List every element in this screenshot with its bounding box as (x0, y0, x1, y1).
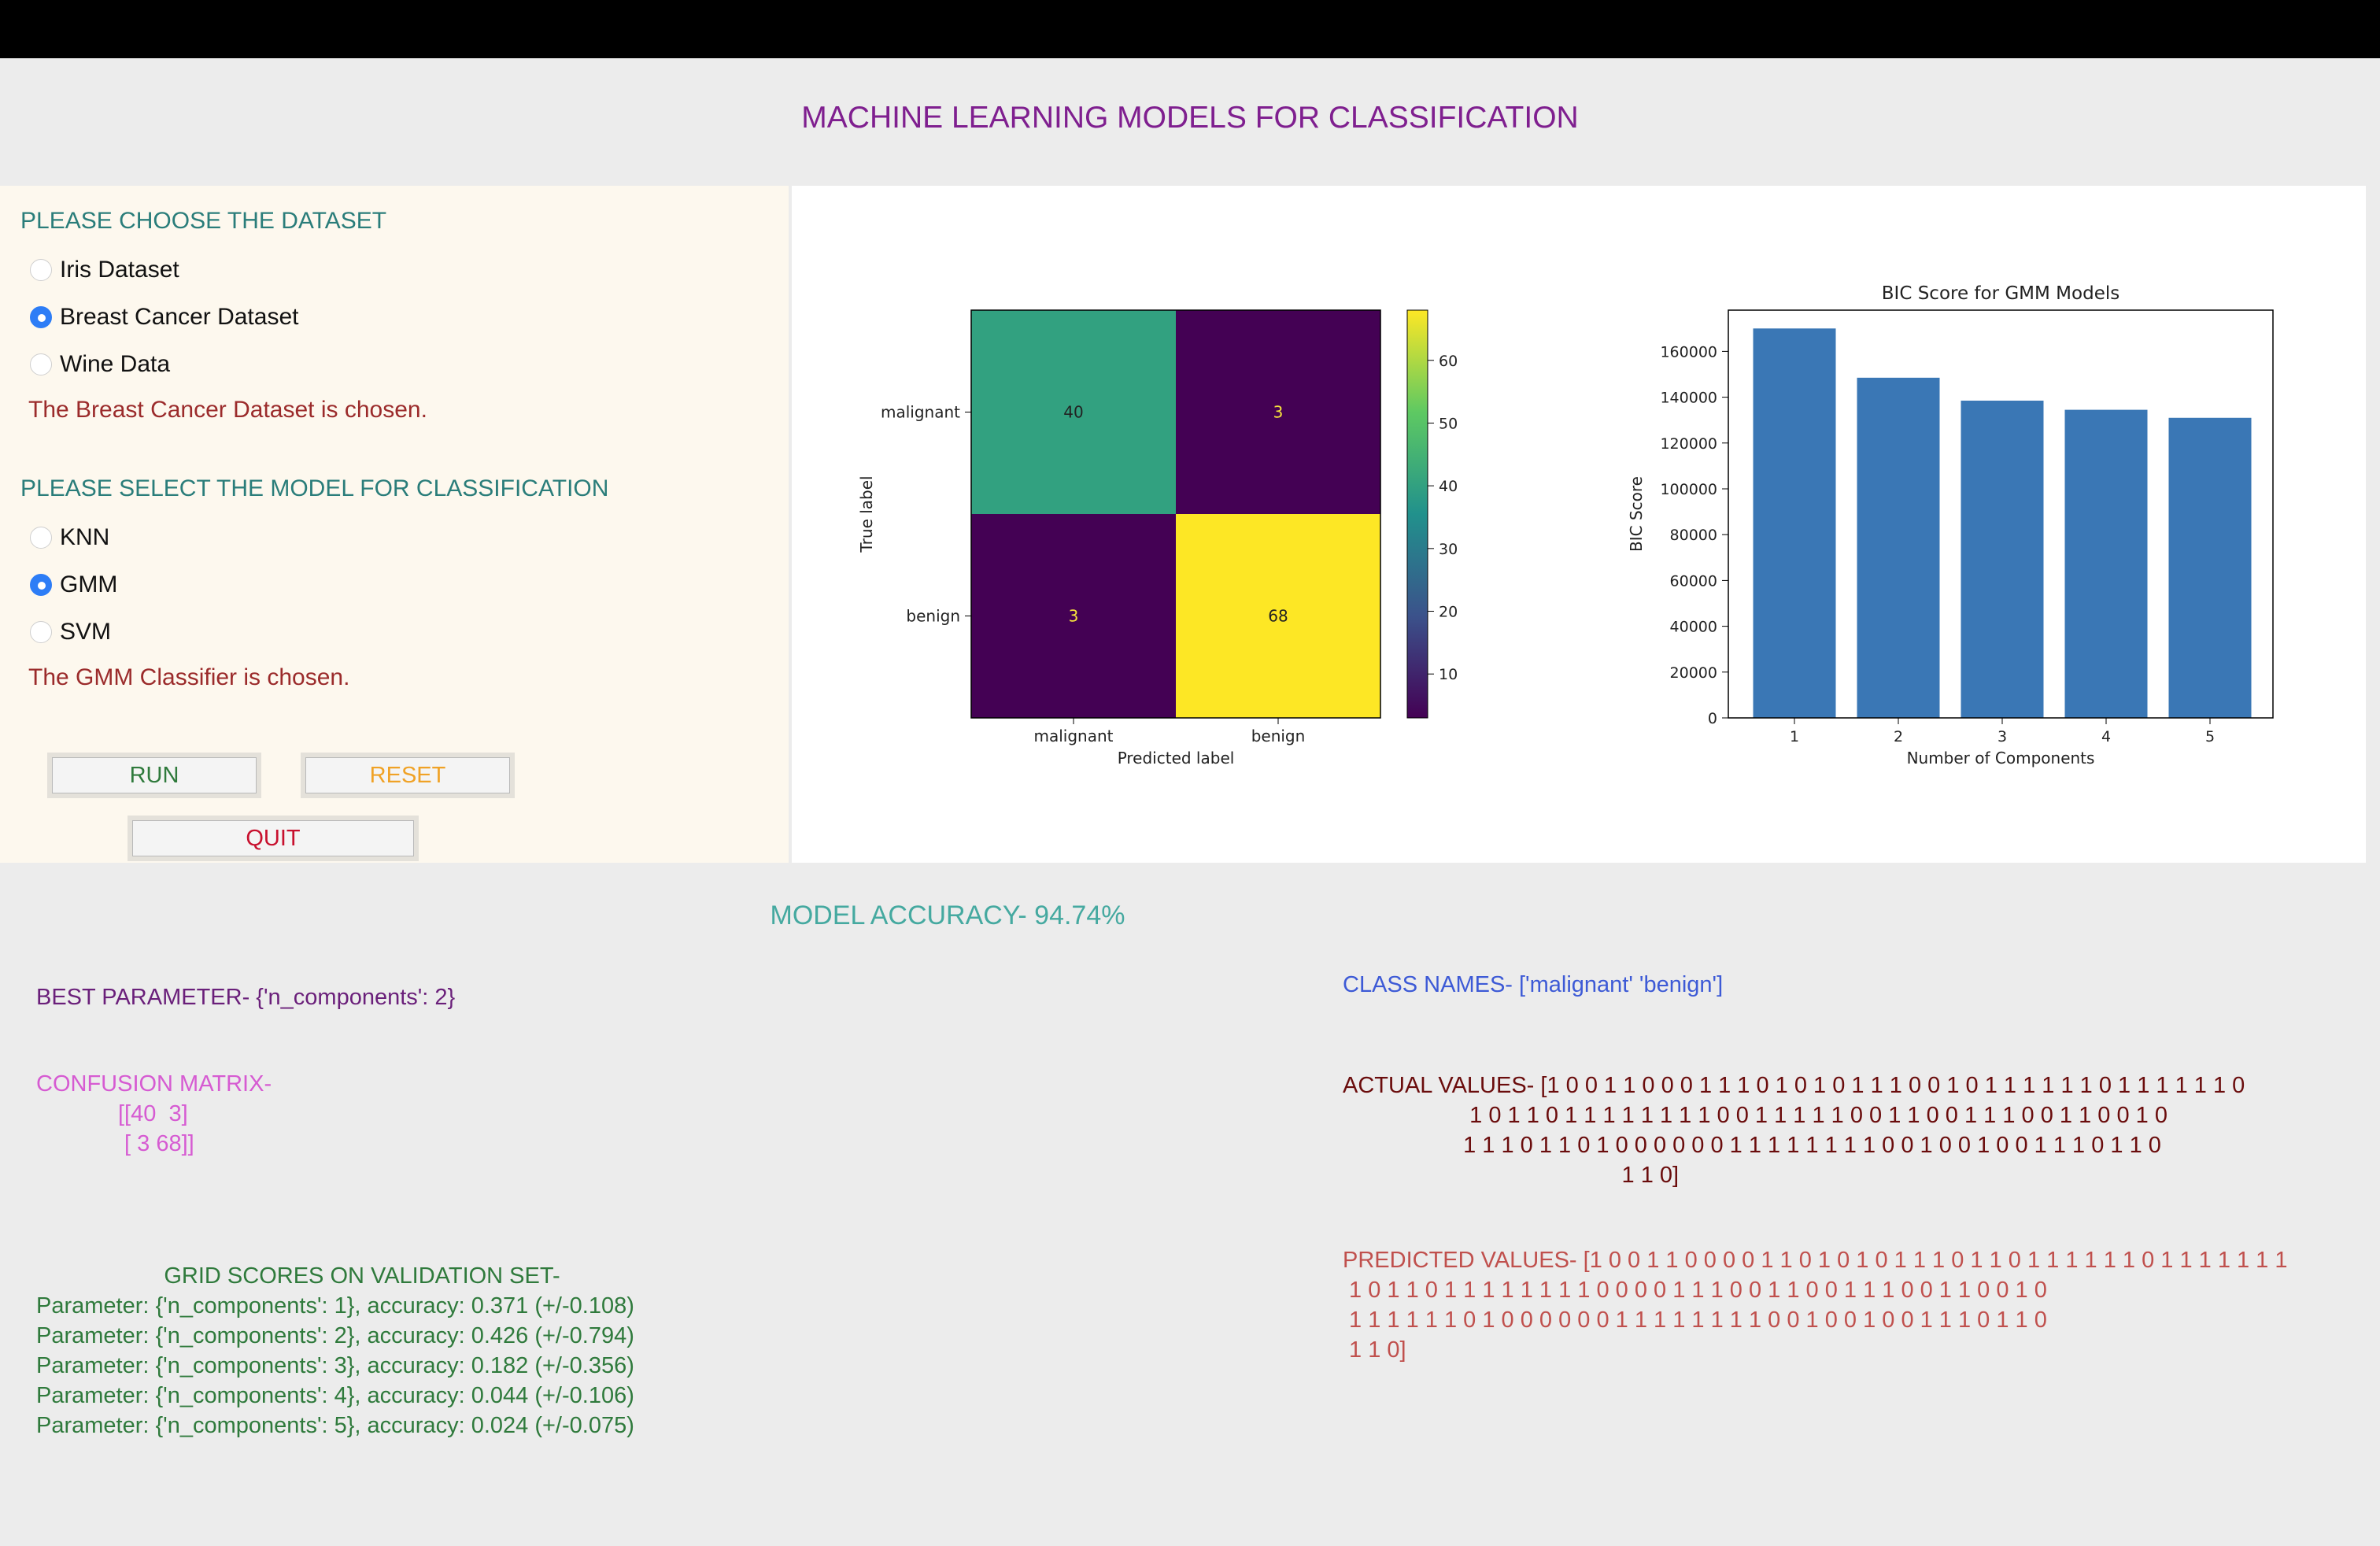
radio-label: Breast Cancer Dataset (60, 304, 299, 330)
radio-label: SVM (60, 619, 112, 645)
radio-label: GMM (60, 571, 118, 597)
grid-scores-title: GRID SCORES ON VALIDATION SET- (164, 1263, 560, 1289)
colorbar (1406, 309, 1428, 719)
x-tick-label: 3 (1998, 728, 2007, 745)
y-tick-label: benign (906, 607, 960, 626)
y-tick-label: 60000 (1670, 572, 1717, 590)
radio-button-icon[interactable] (30, 353, 52, 375)
x-tick-label: 5 (2205, 728, 2215, 745)
y-tick-label: 140000 (1660, 390, 1717, 407)
grid-score-row: Parameter: {'n_components': 5}, accuracy… (36, 1413, 634, 1438)
radio-button-icon[interactable] (30, 621, 52, 643)
y-tick-label: 0 (1708, 710, 1717, 727)
model-status: The GMM Classifier is chosen. (28, 664, 350, 690)
x-tick-label: 2 (1894, 728, 1903, 745)
radio-label: Iris Dataset (60, 257, 179, 283)
bic-bar (1857, 377, 1940, 718)
radio-button-icon[interactable] (30, 306, 52, 328)
radio-knn[interactable]: KNN (30, 524, 109, 551)
radio-button-icon[interactable] (30, 574, 52, 596)
y-tick-label: 160000 (1660, 343, 1717, 361)
run-button-label: RUN (129, 763, 179, 788)
window-top-bar (0, 0, 2380, 58)
y-tick-label: 20000 (1670, 664, 1717, 682)
confusion-cell-value: 3 (1069, 607, 1079, 626)
radio-label: Wine Data (60, 351, 171, 377)
bic-bar (1961, 400, 2044, 718)
grid-score-row: Parameter: {'n_components': 1}, accuracy… (36, 1293, 634, 1319)
model-heading: PLEASE SELECT THE MODEL FOR CLASSIFICATI… (20, 475, 609, 501)
grid-score-row: Parameter: {'n_components': 4}, accuracy… (36, 1383, 634, 1408)
bic-y-axis-label: BIC Score (1627, 476, 1646, 552)
x-tick-label: 1 (1790, 728, 1799, 745)
grid-scores-list: Parameter: {'n_components': 1}, accuracy… (36, 1291, 634, 1441)
colorbar-tick-label: 60 (1439, 353, 1458, 370)
colorbar-tick-label: 20 (1439, 604, 1458, 621)
grid-score-row: Parameter: {'n_components': 2}, accuracy… (36, 1323, 634, 1348)
colorbar-tick-label: 40 (1439, 478, 1458, 495)
confusion-matrix-row: [ 3 68]] (118, 1131, 194, 1156)
radio-button-icon[interactable] (30, 259, 52, 281)
reset-button[interactable]: RESET (301, 753, 515, 798)
model-accuracy: MODEL ACCURACY- 94.74% (770, 901, 1125, 930)
quit-button[interactable]: QUIT (128, 816, 419, 861)
y-tick-label: 40000 (1670, 619, 1717, 636)
actual-values: ACTUAL VALUES- [1 0 0 1 1 0 0 0 1 1 1 0 … (1343, 1073, 2245, 1188)
confusion-matrix-label: CONFUSION MATRIX- (36, 1071, 272, 1097)
y-tick-label: 80000 (1670, 527, 1717, 544)
bic-chart-title: BIC Score for GMM Models (1882, 283, 2119, 304)
radio-iris-dataset[interactable]: Iris Dataset (30, 257, 179, 283)
bic-bar (2168, 417, 2252, 718)
confusion-matrix-text: CONFUSION MATRIX- [[40 3] [ 3 68]] (36, 1069, 272, 1159)
confusion-cell-value: 3 (1273, 403, 1284, 422)
bic-x-axis-label: Number of Components (1907, 749, 2095, 767)
confusion-matrix-chart: 40 3 3 68 malignant benign malignant benign P… (857, 309, 1458, 767)
radio-svm[interactable]: SVM (30, 619, 111, 645)
radio-wine-data[interactable]: Wine Data (30, 351, 170, 378)
colorbar-tick-label: 30 (1439, 541, 1458, 558)
bic-bar (2064, 409, 2148, 718)
radio-gmm[interactable]: GMM (30, 571, 117, 598)
radio-breast-cancer-dataset[interactable]: Breast Cancer Dataset (30, 304, 298, 331)
quit-button-label: QUIT (246, 826, 301, 851)
dataset-heading: PLEASE CHOOSE THE DATASET (20, 208, 387, 234)
y-tick-label: 120000 (1660, 435, 1717, 453)
radio-label: KNN (60, 524, 110, 550)
x-tick-label: benign (1251, 727, 1306, 745)
x-tick-label: 4 (2101, 728, 2111, 745)
confusion-matrix-row: [[40 3] (118, 1101, 188, 1126)
confusion-y-axis-label: True label (857, 475, 876, 553)
y-tick-label: malignant (881, 403, 960, 422)
figure-canvas: 40 33 68 malignant benign malignantbenign P… (857, 283, 2274, 767)
confusion-cell-value: 40 (1063, 403, 1083, 422)
colorbar-tick-label: 10 (1439, 666, 1458, 683)
radio-button-icon[interactable] (30, 527, 52, 549)
confusion-x-axis-label: Predicted label (1118, 749, 1235, 767)
best-parameter: BEST PARAMETER- {'n_components': 2} (36, 985, 456, 1010)
control-panel: PLEASE CHOOSE THE DATASET Iris Dataset B… (0, 186, 789, 863)
confusion-cell-value: 68 (1268, 607, 1288, 626)
x-tick-label: malignant (1034, 727, 1114, 745)
page-title: MACHINE LEARNING MODELS FOR CLASSIFICATI… (801, 101, 1579, 135)
predicted-values: PREDICTED VALUES- [1 0 0 1 1 0 0 0 0 1 1… (1343, 1248, 2288, 1363)
figure-panel: 40 3 3 68 malignant benign malignant benign P… (792, 186, 2366, 863)
run-button[interactable]: RUN (47, 753, 261, 798)
class-names: CLASS NAMES- ['malignant' 'benign'] (1343, 972, 1724, 997)
grid-score-row: Parameter: {'n_components': 3}, accuracy… (36, 1353, 634, 1378)
y-tick-label: 100000 (1660, 481, 1717, 498)
reset-button-label: RESET (369, 763, 446, 788)
dataset-status: The Breast Cancer Dataset is chosen. (28, 397, 427, 423)
bic-bar-chart: BIC Score for GMM Models 0 20000 40000 6000… (1627, 283, 2274, 767)
colorbar-tick-label: 50 (1439, 415, 1458, 432)
bic-bar (1753, 328, 1836, 718)
